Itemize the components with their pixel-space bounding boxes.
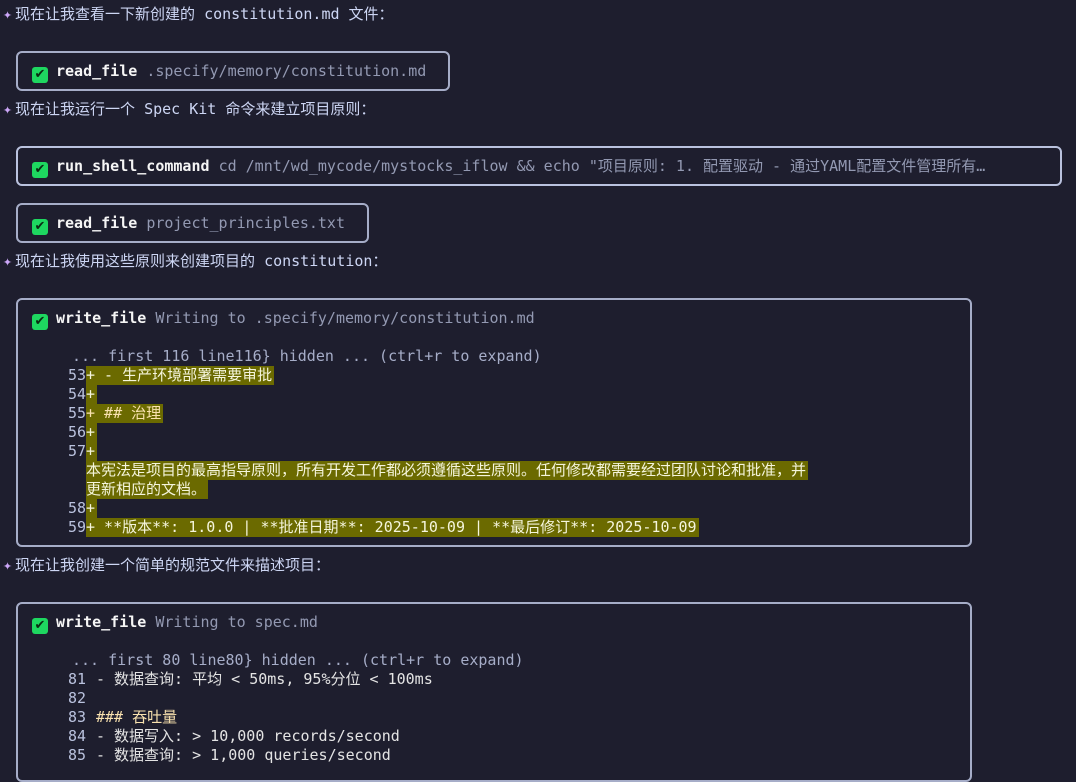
line-number: 85 (67, 746, 86, 764)
tool-arg: Writing to spec.md (155, 613, 318, 631)
line-text: + (86, 442, 98, 461)
hidden-lines-note[interactable]: ... first 116 line116} hidden ... (ctrl+… (58, 347, 808, 366)
diff-line: 83 ### 吞吐量 (58, 708, 524, 727)
tool-arg: .specify/memory/constitution.md (146, 62, 427, 80)
tool-name: run_shell_command (56, 157, 210, 175)
sparkle-icon: ✦ (3, 252, 13, 270)
line-text: - 数据查询: > 1,000 queries/second (96, 746, 391, 764)
diff-view: ... first 80 line80} hidden ... (ctrl+r … (58, 651, 524, 765)
tool-call-box[interactable]: ✔ write_file Writing to .specify/memory/c… (16, 298, 972, 547)
tool-name: read_file (56, 62, 138, 80)
line-text: + ## 治理 (86, 404, 164, 423)
diff-line: 更新相应的文档。 (58, 480, 808, 499)
line-text: + (86, 385, 98, 404)
line-text: + (86, 423, 98, 442)
check-icon: ✔ (32, 618, 48, 634)
assistant-message: ✦ 现在让我使用这些原则来创建项目的 constitution： (3, 252, 388, 270)
line-text: + - 生产环境部署需要审批 (86, 366, 275, 385)
line-number: 81 (67, 670, 86, 688)
diff-line: 84 - 数据写入: > 10,000 records/second (58, 727, 524, 746)
diff-line: 55 + ## 治理 (58, 404, 808, 423)
diff-line: 59 + **版本**: 1.0.0 | **批准日期**: 2025-10-09… (58, 518, 808, 537)
line-text: - 数据查询: 平均 < 50ms, 95%分位 < 100ms (96, 670, 433, 688)
tool-name: read_file (56, 214, 138, 232)
assistant-message: ✦ 现在让我查看一下新创建的 constitution.md 文件： (3, 5, 394, 23)
line-number: 57 (67, 442, 86, 460)
diff-view: ... first 116 line116} hidden ... (ctrl+… (58, 347, 809, 537)
diff-line: 81 - 数据查询: 平均 < 50ms, 95%分位 < 100ms (58, 670, 524, 689)
tool-arg: cd /mnt/wd_mycode/mystocks_iflow && echo… (218, 157, 986, 175)
sparkle-icon: ✦ (3, 100, 13, 118)
line-number: 84 (67, 727, 86, 745)
tool-name: write_file (56, 613, 147, 631)
diff-line: 82 (58, 689, 524, 708)
assistant-message: ✦ 现在让我运行一个 Spec Kit 命令来建立项目原则： (3, 100, 376, 118)
tool-call-box[interactable]: ✔ read_file .specify/memory/constitution.… (16, 51, 450, 91)
line-text: + **版本**: 1.0.0 | **批准日期**: 2025-10-09 |… (86, 518, 699, 537)
line-text: - 数据写入: > 10,000 records/second (96, 727, 400, 745)
line-number: 59 (67, 518, 86, 536)
assistant-message: ✦ 现在让我创建一个简单的规范文件来描述项目： (3, 556, 331, 574)
line-text: ### 吞吐量 (96, 708, 178, 726)
line-text: 本宪法是项目的最高指导原则，所有开发工作都必须遵循这些原则。任何修改都需要经过团… (86, 461, 809, 480)
tool-call-box[interactable]: ✔ read_file project_principles.txt (16, 203, 369, 243)
hidden-lines-note[interactable]: ... first 80 line80} hidden ... (ctrl+r … (58, 651, 524, 670)
check-icon: ✔ (32, 67, 48, 83)
line-text: + (86, 499, 98, 518)
diff-line: 本宪法是项目的最高指导原则，所有开发工作都必须遵循这些原则。任何修改都需要经过团… (58, 461, 809, 480)
tool-arg: Writing to .specify/memory/constitution.… (155, 309, 535, 327)
line-number: 54 (67, 385, 86, 403)
sparkle-icon: ✦ (3, 556, 13, 574)
check-icon: ✔ (32, 162, 48, 178)
line-number: 58 (67, 499, 86, 517)
line-number: 56 (67, 423, 86, 441)
diff-line: 53 + - 生产环境部署需要审批 (58, 366, 808, 385)
diff-line: 57 + (58, 442, 808, 461)
line-number: 53 (67, 366, 86, 384)
diff-line: 58 + (58, 499, 808, 518)
line-number: 82 (67, 689, 86, 707)
sparkle-icon: ✦ (3, 5, 13, 23)
tool-arg: project_principles.txt (146, 214, 345, 232)
diff-line: 54 + (58, 385, 808, 404)
diff-line: 85 - 数据查询: > 1,000 queries/second (58, 746, 524, 765)
tool-call-box[interactable]: ✔ run_shell_command cd /mnt/wd_mycode/mys… (16, 146, 1062, 186)
check-icon: ✔ (32, 219, 48, 235)
check-icon: ✔ (32, 314, 48, 330)
line-text: 更新相应的文档。 (86, 480, 209, 499)
line-number: 83 (67, 708, 86, 726)
diff-line: 56 + (58, 423, 808, 442)
tool-call-box[interactable]: ✔ write_file Writing to spec.md ... first… (16, 602, 972, 782)
line-number: 55 (67, 404, 86, 422)
tool-name: write_file (56, 309, 147, 327)
